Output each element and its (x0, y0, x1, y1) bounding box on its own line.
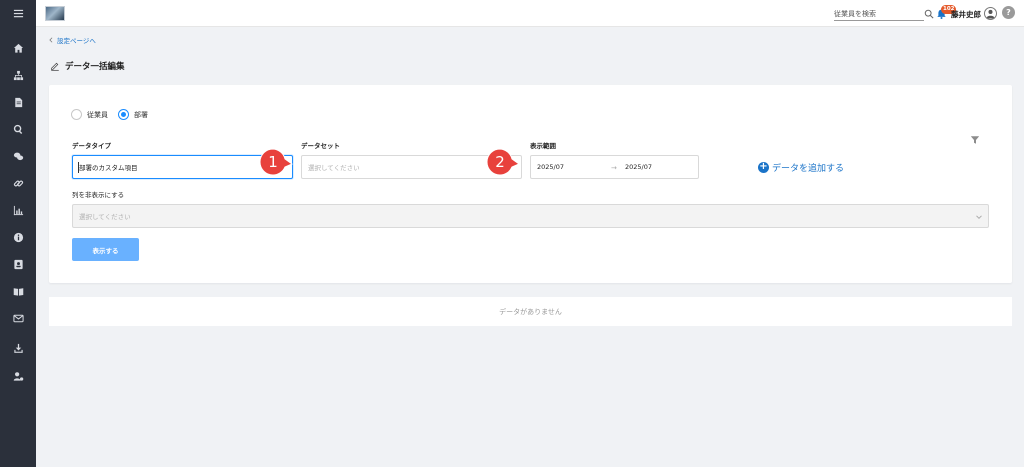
radio-employee[interactable]: 従業員 (71, 109, 108, 120)
book-icon[interactable] (8, 283, 28, 299)
dataset-label: データセット (301, 142, 340, 150)
chevron-down-icon (976, 215, 982, 220)
avatar[interactable] (984, 7, 997, 20)
text-caret (78, 162, 79, 173)
home-icon[interactable] (8, 40, 28, 56)
show-button[interactable]: 表示する (72, 238, 139, 261)
download-icon[interactable] (8, 340, 28, 356)
filter-card: 従業員 部署 データタイプ 部署のカスタム項目 データセット 選択してください … (49, 85, 1012, 283)
empty-message: データがありません (499, 307, 562, 316)
hide-columns-select[interactable]: 選択してください (72, 204, 989, 228)
help-icon[interactable]: ? (1002, 6, 1015, 19)
menu-icon[interactable] (8, 5, 28, 21)
chat-icon[interactable] (8, 148, 28, 164)
annotation-marker-1: 1 (259, 148, 294, 182)
radio-employee-label: 従業員 (87, 110, 108, 119)
add-data-button[interactable]: + データを追加する (758, 161, 844, 174)
sidebar (0, 0, 36, 467)
info-icon[interactable] (8, 229, 28, 245)
employee-search-input[interactable] (834, 10, 920, 18)
org-chart-icon[interactable] (8, 67, 28, 83)
target-radio-group: 従業員 部署 (71, 109, 158, 120)
data-type-label: データタイプ (72, 142, 111, 150)
edit-icon (51, 62, 59, 71)
radio-department[interactable]: 部署 (118, 109, 148, 120)
contact-card-icon[interactable] (8, 256, 28, 272)
mail-icon[interactable] (8, 310, 28, 326)
link-icon[interactable] (8, 175, 28, 191)
user-settings-icon[interactable] (8, 368, 28, 384)
filter-icon[interactable] (970, 135, 980, 145)
plus-circle-icon: + (758, 161, 769, 173)
search-icon[interactable] (924, 9, 934, 19)
search-icon[interactable] (8, 121, 28, 137)
marker-number-2: 2 (495, 153, 505, 171)
radio-department-circle[interactable] (118, 109, 129, 120)
range-arrow: → (611, 164, 617, 172)
range-end-date[interactable]: 2025/07 (625, 163, 652, 171)
annotation-marker-2: 2 (486, 148, 521, 182)
hide-columns-placeholder: 選択してください (79, 213, 131, 221)
page-title: データ一括編集 (50, 60, 125, 72)
marker-number-1: 1 (268, 153, 278, 171)
chevron-left-icon (49, 37, 53, 43)
page-title-text: データ一括編集 (65, 62, 125, 72)
user-name[interactable]: 藤井史郎 (951, 9, 981, 20)
document-icon[interactable] (8, 94, 28, 110)
company-logo[interactable] (45, 6, 65, 21)
range-start-date[interactable]: 2025/07 (537, 163, 564, 171)
hide-columns-label: 列を非表示にする (72, 191, 125, 199)
result-panel: データがありません (49, 297, 1012, 326)
top-header: 102 藤井史郎 ? (36, 0, 1024, 27)
display-range-picker[interactable]: 2025/07 → 2025/07 (530, 155, 699, 179)
chart-icon[interactable] (8, 202, 28, 218)
add-data-label: データを追加する (772, 164, 845, 174)
back-to-settings-link[interactable]: 設定ページへ (57, 35, 96, 45)
data-type-value: 部署のカスタム項目 (79, 164, 138, 172)
user-avatar-icon (986, 9, 995, 19)
radio-department-label: 部署 (134, 110, 148, 119)
employee-search (834, 8, 924, 21)
breadcrumb[interactable]: 設定ページへ (48, 35, 96, 45)
display-range-label: 表示範囲 (530, 142, 556, 150)
dataset-placeholder: 選択してください (308, 164, 360, 172)
radio-employee-circle[interactable] (71, 109, 82, 120)
